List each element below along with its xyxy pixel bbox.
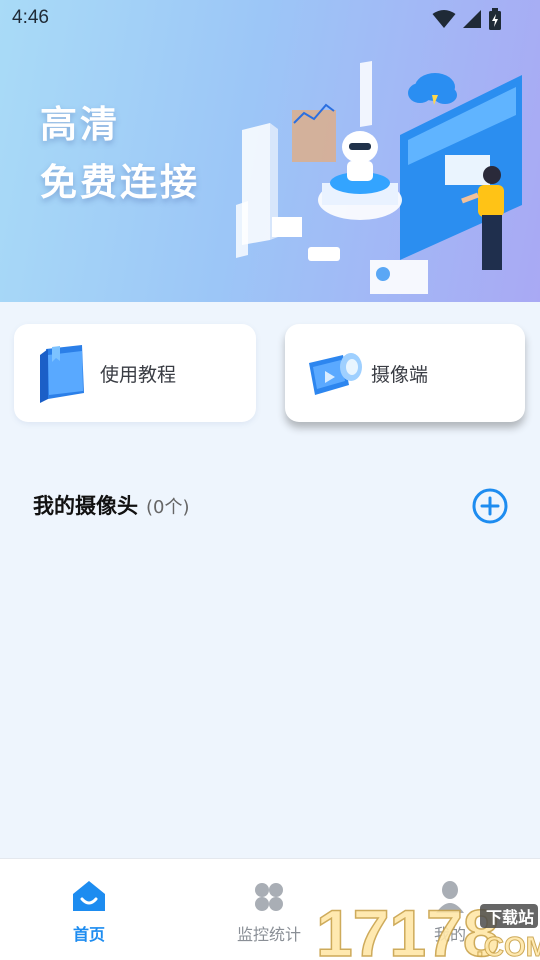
chart-panel-icon (292, 103, 336, 162)
cellular-signal-icon (463, 10, 481, 28)
tutorial-label: 使用教程 (100, 363, 177, 386)
home-icon (73, 881, 105, 911)
my-cameras-title: 我的摄像头 (33, 494, 138, 518)
watermark-logo: 17178 下载站 .COM (316, 898, 540, 960)
banner-title-line2: 免费连接 (40, 161, 200, 204)
hero-banner[interactable]: 高清 免费连接 (0, 0, 540, 302)
banner-title-line1: 高清 (40, 103, 120, 146)
nav-tab-stats[interactable]: 监控统计 (209, 879, 329, 945)
my-cameras-count: (0个) (146, 497, 190, 518)
camera-endpoint-label: 摄像端 (371, 363, 429, 386)
wifi-icon (432, 10, 456, 28)
my-cameras-header: 我的摄像头 (0个) (33, 490, 190, 520)
watermark-number: 17178 (316, 898, 500, 960)
camera-endpoint-card[interactable]: 摄像端 (285, 324, 525, 422)
add-circle-icon[interactable] (472, 488, 508, 524)
grid-icon (255, 883, 283, 911)
nav-label-stats: 监控统计 (236, 925, 301, 944)
banner-illustration (236, 61, 522, 294)
nav-label-home: 首页 (72, 925, 105, 944)
battery-charging-icon (489, 8, 501, 30)
watermark-tag: 下载站 (486, 908, 534, 927)
camera-endpoint-icon (309, 353, 362, 395)
status-bar: 4:46 (0, 0, 540, 36)
cloud-icon (408, 73, 457, 105)
status-time: 4:46 (12, 7, 49, 28)
tutorial-book-icon (40, 345, 84, 403)
watermark-suffix: .COM (476, 931, 540, 960)
nav-tab-home[interactable]: 首页 (29, 879, 149, 945)
tutorial-card[interactable]: 使用教程 (14, 324, 256, 422)
